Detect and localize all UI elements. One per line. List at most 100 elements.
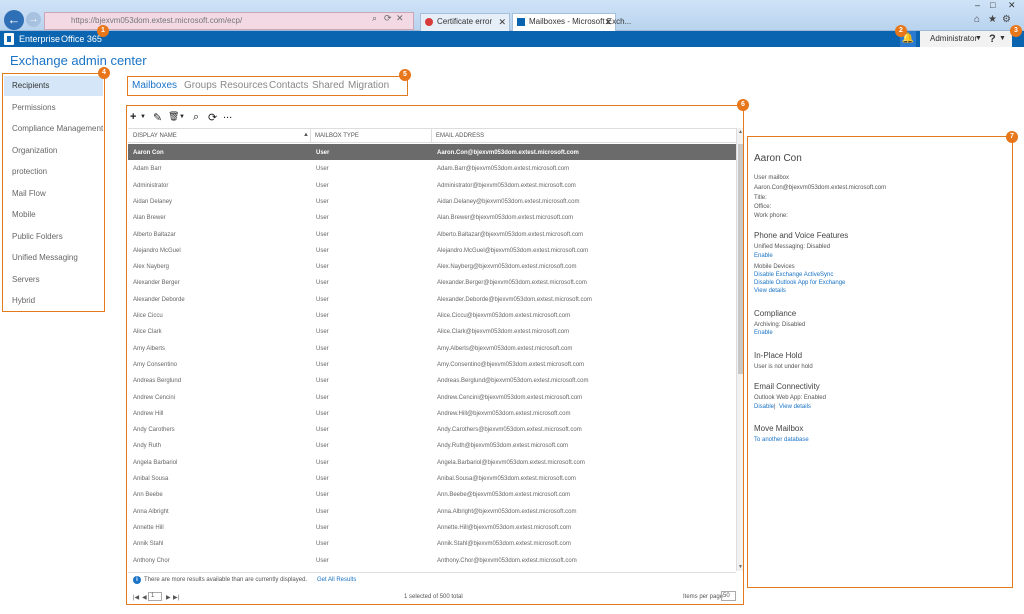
- nav-item-mail-flow[interactable]: Mail Flow: [4, 184, 103, 204]
- nav-item-servers[interactable]: Servers: [4, 270, 103, 290]
- prev-page-icon[interactable]: ◀: [142, 594, 147, 601]
- window-close-icon[interactable]: ✕: [1008, 0, 1016, 11]
- nav-item-hybrid[interactable]: Hybrid: [4, 291, 103, 311]
- nav-item-mobile[interactable]: Mobile: [4, 205, 103, 225]
- help-icon[interactable]: ?: [989, 31, 996, 47]
- move-to-database-link[interactable]: To another database: [754, 437, 809, 443]
- scrollbar-thumb[interactable]: [738, 144, 743, 374]
- edit-icon[interactable]: ✎: [153, 111, 162, 124]
- vertical-scrollbar[interactable]: ▲ ▼: [736, 128, 743, 571]
- scroll-up-icon[interactable]: ▲: [737, 129, 744, 135]
- table-row[interactable]: Administrator User Administrator@bjexvm053…: [128, 177, 736, 193]
- table-row[interactable]: Adam Barr User Adam.Barr@bjexvm053dom.exte…: [128, 160, 736, 176]
- scroll-down-icon[interactable]: ▼: [737, 564, 744, 570]
- chevron-down-icon[interactable]: ▼: [140, 114, 146, 120]
- office365-logo-icon[interactable]: [4, 33, 14, 45]
- table-row[interactable]: Aaron Con User Aaron.Con@bjexvm053dom.exte…: [128, 144, 736, 161]
- favorites-icon[interactable]: ★: [988, 14, 997, 25]
- table-row[interactable]: Alice Clark User Alice.Clark@bjexvm053dom.…: [128, 323, 736, 339]
- table-row[interactable]: Alexander Berger User Alexander.Berger@bje…: [128, 274, 736, 290]
- last-page-icon[interactable]: ▶|: [173, 594, 179, 601]
- refresh-icon[interactable]: ⟳: [208, 111, 217, 124]
- nav-item-unified-messaging[interactable]: Unified Messaging: [4, 248, 103, 268]
- tab-contacts[interactable]: Contacts: [269, 80, 308, 91]
- forward-button[interactable]: →: [26, 12, 41, 27]
- table-row[interactable]: Anna Albright User Anna.Albright@bjexvm053…: [128, 503, 736, 519]
- tab-mailboxes[interactable]: Mailboxes: [132, 80, 177, 91]
- nav-item-recipients[interactable]: Recipients: [4, 76, 103, 96]
- table-row[interactable]: Angela Barbariol User Angela.Barbariol@bje…: [128, 454, 736, 470]
- close-tab-icon[interactable]: ✕: [604, 14, 612, 30]
- disable-activesync-link[interactable]: Disable Exchange ActiveSync: [754, 272, 833, 278]
- chevron-down-icon[interactable]: ▼: [179, 114, 185, 120]
- close-tab-icon[interactable]: ✕: [498, 14, 506, 30]
- first-page-icon[interactable]: |◀: [133, 594, 139, 601]
- table-row[interactable]: Amy Alberts User Amy.Alberts@bjexvm053dom.…: [128, 340, 736, 356]
- tab-migration[interactable]: Migration: [348, 80, 389, 91]
- table-row[interactable]: Andy Ruth User Andy.Ruth@bjexvm053dom.exte…: [128, 437, 736, 453]
- view-details-link[interactable]: View details: [754, 288, 786, 294]
- user-name[interactable]: Administrator: [930, 31, 977, 47]
- next-page-icon[interactable]: ▶: [166, 594, 171, 601]
- page-number-input[interactable]: 1: [148, 592, 162, 601]
- table-row[interactable]: Anthony Chor User Anthony.Chor@bjexvm053do…: [128, 552, 736, 568]
- search-icon[interactable]: ⌕: [372, 13, 377, 24]
- table-row[interactable]: Alberto Baltazar User Alberto.Baltazar@bje…: [128, 226, 736, 242]
- table-row[interactable]: Amy Consentino User Amy.Consentino@bjexvm0…: [128, 356, 736, 372]
- view-details-link[interactable]: View details: [779, 404, 811, 410]
- enable-archive-link[interactable]: Enable: [754, 330, 773, 336]
- table-row[interactable]: Andy Carothers User Andy.Carothers@bjexvm0…: [128, 421, 736, 437]
- enterprise-link[interactable]: Enterprise: [19, 34, 60, 44]
- chevron-down-icon[interactable]: ▼: [999, 31, 1006, 47]
- maximize-icon[interactable]: □: [990, 0, 995, 10]
- office365-link[interactable]: Office 365: [61, 34, 102, 44]
- table-row[interactable]: Andrew Hill User Andrew.Hill@bjexvm053dom.…: [128, 405, 736, 421]
- table-row[interactable]: Annette Hill User Annette.Hill@bjexvm053do…: [128, 519, 736, 535]
- tab-shared[interactable]: Shared: [312, 80, 344, 91]
- minimize-icon[interactable]: –: [975, 0, 980, 10]
- table-row[interactable]: Andreas Berglund User Andreas.Berglund@bje…: [128, 372, 736, 388]
- more-icon[interactable]: ...: [223, 109, 232, 121]
- nav-item-compliance-management[interactable]: Compliance Management: [4, 119, 103, 139]
- table-row[interactable]: Ann Beebe User Ann.Beebe@bjexvm053dom.exte…: [128, 486, 736, 502]
- delete-icon[interactable]: 🗑: [168, 111, 179, 122]
- disable-outlook-app-link[interactable]: Disable Outlook App for Exchange: [754, 280, 845, 286]
- table-row[interactable]: Aidan Delaney User Aidan.Delaney@bjexvm053…: [128, 193, 736, 209]
- column-separator[interactable]: [310, 129, 311, 143]
- table-row[interactable]: Alice Ciccu User Alice.Ciccu@bjexvm053dom.…: [128, 307, 736, 323]
- close-icon[interactable]: ✕: [396, 13, 404, 24]
- table-row[interactable]: Alexander Deborde User Alexander.Deborde@b…: [128, 291, 736, 307]
- home-icon[interactable]: ⌂: [974, 14, 980, 25]
- tab-resources[interactable]: Resources: [220, 80, 268, 91]
- refresh-icon[interactable]: ⟳: [384, 13, 392, 24]
- table-row[interactable]: Alejandro McGuel User Alejandro.McGuel@bje…: [128, 242, 736, 258]
- nav-item-permissions[interactable]: Permissions: [4, 98, 103, 118]
- table-row[interactable]: Anibal Sousa User Anibal.Sousa@bjexvm053do…: [128, 470, 736, 486]
- column-separator[interactable]: [431, 129, 432, 143]
- table-row[interactable]: Alan Brewer User Alan.Brewer@bjexvm053dom.…: [128, 209, 736, 225]
- settings-gear-icon[interactable]: ⚙: [1002, 14, 1011, 25]
- column-header-display-name[interactable]: DISPLAY NAME: [133, 133, 177, 139]
- column-header-mailbox-type[interactable]: MAILBOX TYPE: [315, 133, 359, 139]
- back-button[interactable]: ←: [4, 10, 24, 30]
- nav-item-protection[interactable]: protection: [4, 162, 103, 182]
- add-icon[interactable]: +: [130, 111, 136, 123]
- get-all-results-link[interactable]: Get All Results: [317, 577, 356, 583]
- browser-tab-mailboxes[interactable]: Mailboxes - Microsoft Exch... ✕: [512, 13, 631, 31]
- table-row[interactable]: Alex Nayberg User Alex.Nayberg@bjexvm053do…: [128, 258, 736, 274]
- nav-item-organization[interactable]: Organization: [4, 141, 103, 161]
- tab-groups[interactable]: Groups: [184, 80, 217, 91]
- browser-tab-certificate-error[interactable]: Certificate error ✕: [420, 13, 510, 31]
- user-menu[interactable]: Administrator ▼ ? ▼: [920, 31, 1012, 47]
- cell-display-name: Alan Brewer: [133, 215, 166, 222]
- table-row[interactable]: Andrew Cencini User Andrew.Cencini@bjexvm0…: [128, 389, 736, 405]
- items-per-page-select[interactable]: 50: [721, 591, 736, 601]
- nav-item-public-folders[interactable]: Public Folders: [4, 227, 103, 247]
- disable-owa-link[interactable]: Disable: [754, 404, 774, 410]
- chevron-down-icon[interactable]: ▼: [975, 31, 982, 47]
- column-header-email-address[interactable]: EMAIL ADDRESS: [436, 133, 484, 139]
- enable-um-link[interactable]: Enable: [754, 253, 773, 259]
- table-row[interactable]: Annik Stahl User Annik.Stahl@bjexvm053dom.…: [128, 535, 736, 551]
- search-icon[interactable]: ⌕: [193, 111, 199, 124]
- sort-ascending-icon[interactable]: ▲: [303, 132, 309, 138]
